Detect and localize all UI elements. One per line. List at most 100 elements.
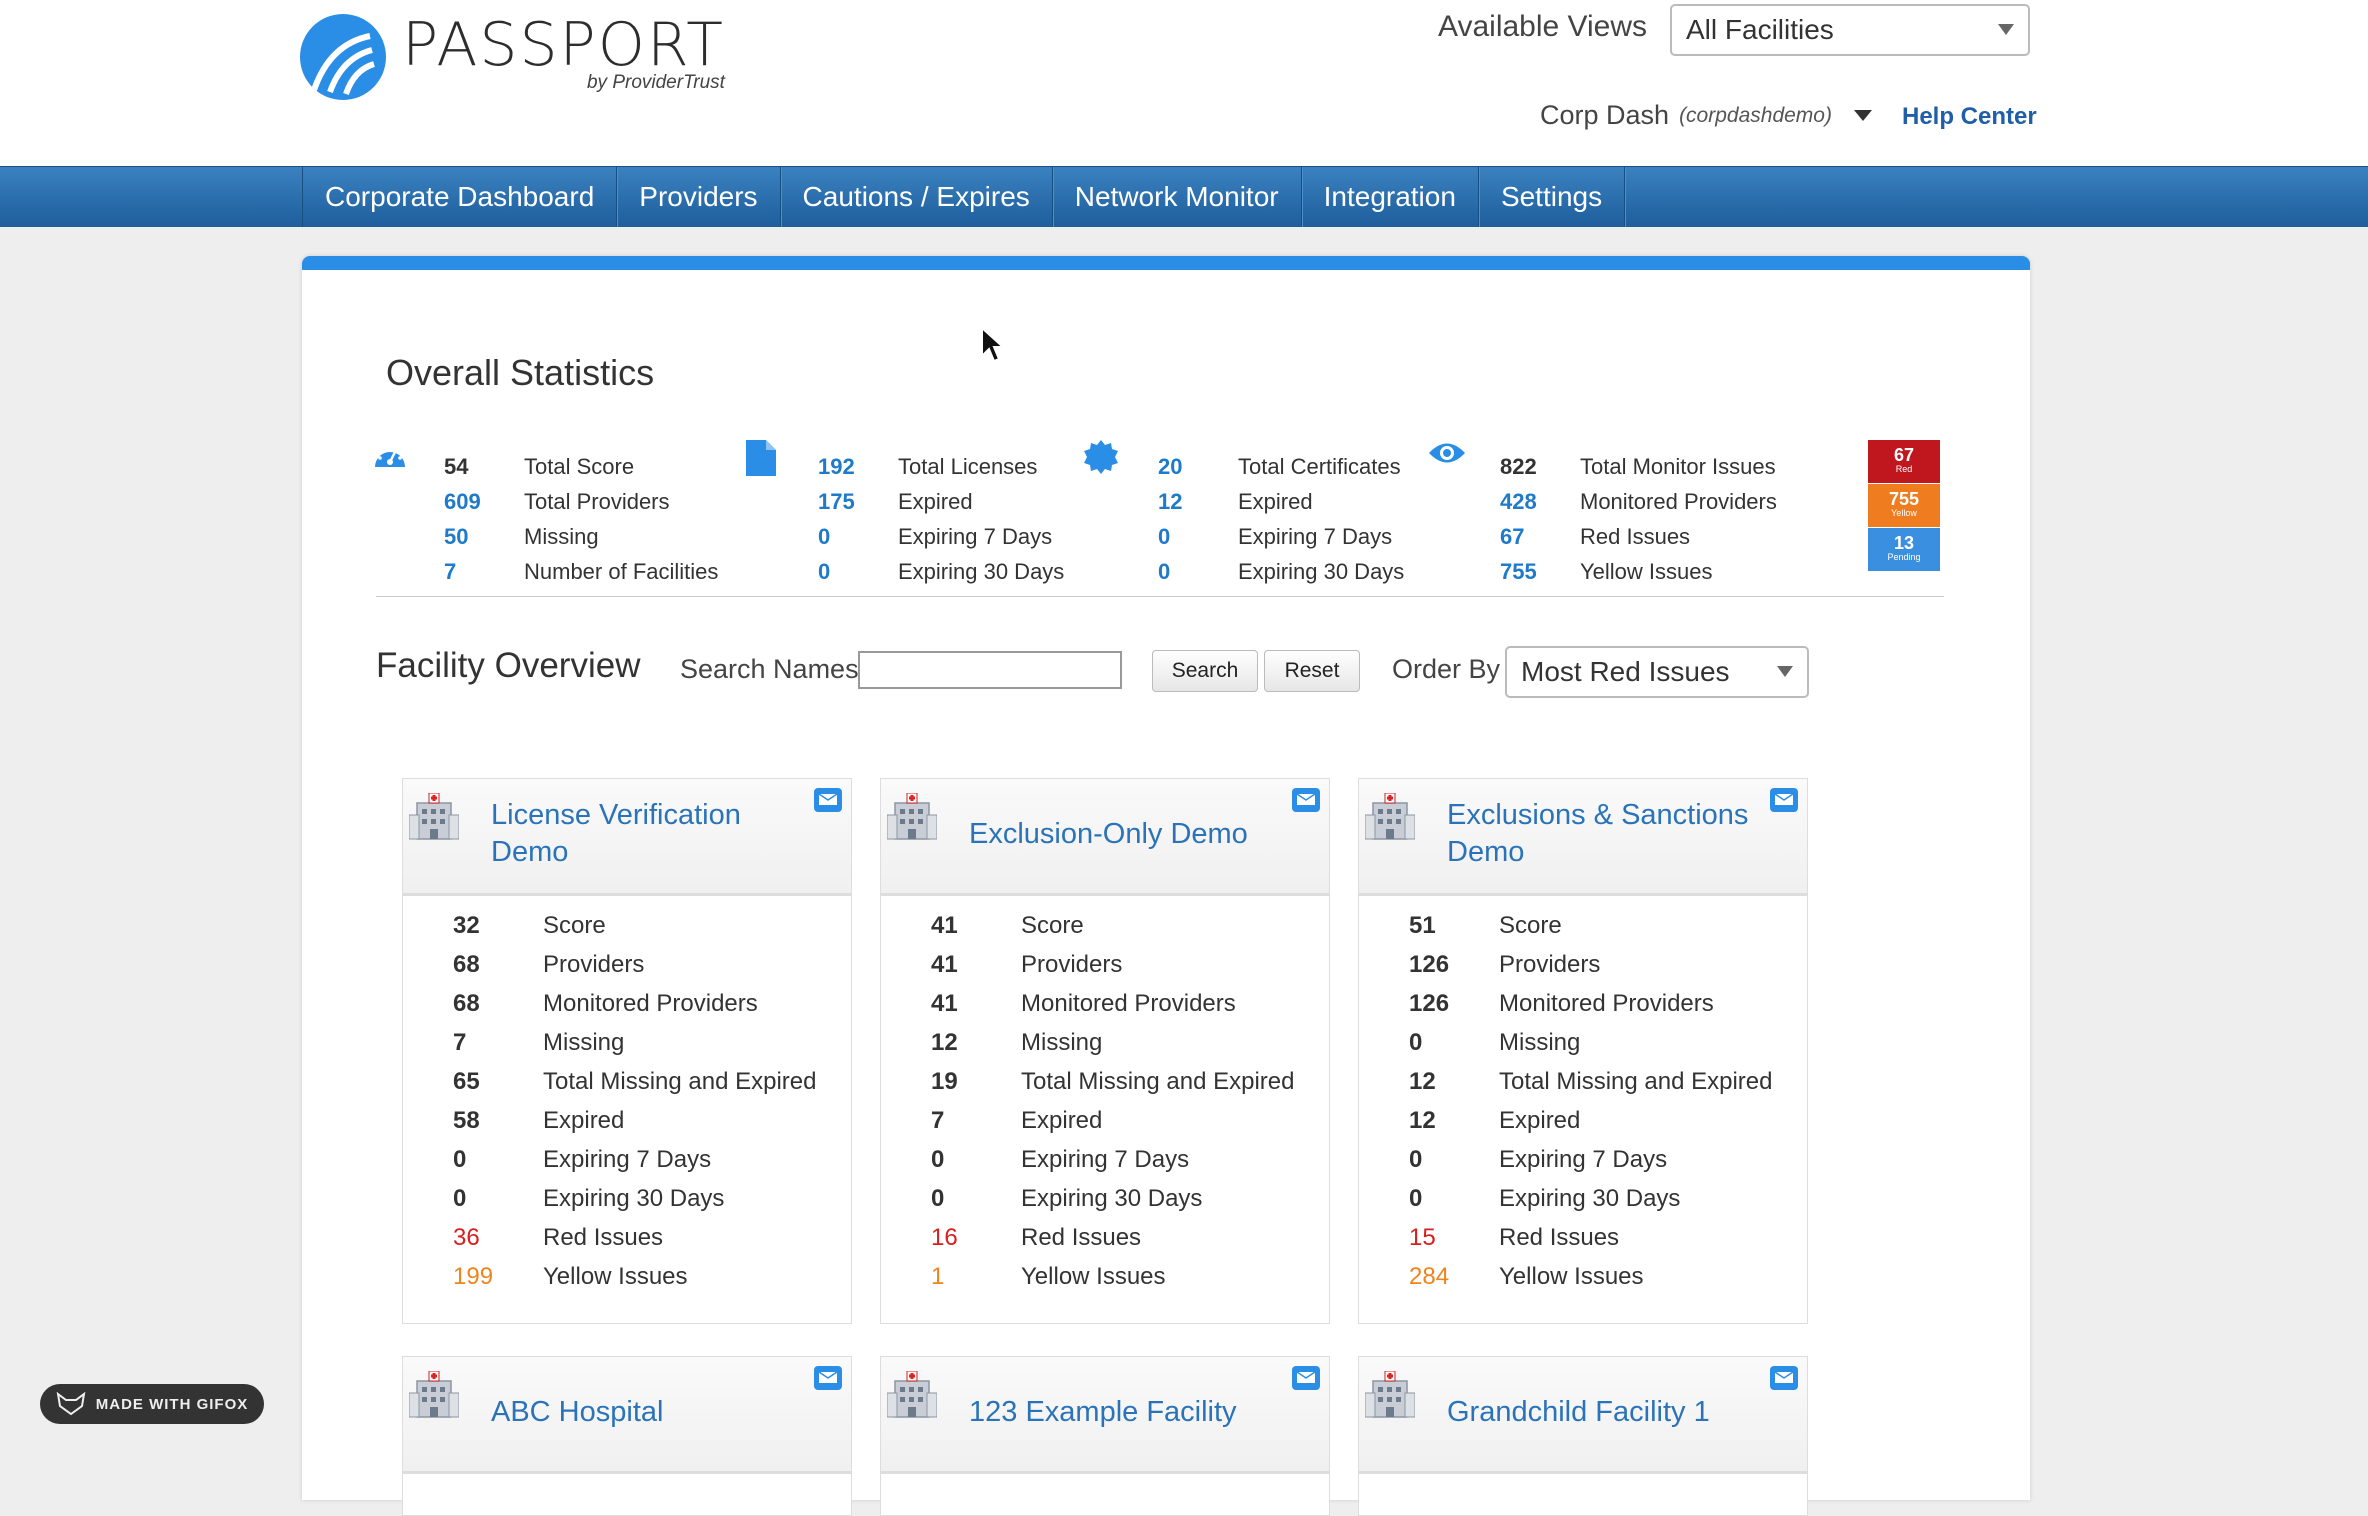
- message-icon[interactable]: [1769, 787, 1799, 813]
- monitored-providers-value[interactable]: 428: [1500, 489, 1537, 515]
- nav-network-monitor[interactable]: Network Monitor: [1053, 167, 1302, 227]
- facility-card: License Verification Demo 32 Score 68 Prov…: [402, 778, 852, 1324]
- facility-stat-row: 65 Total Missing and Expired: [403, 1068, 851, 1107]
- pending-badge-label: Pending: [1887, 552, 1921, 562]
- available-views-label: Available Views: [1438, 10, 1648, 43]
- facility-card: Exclusion-Only Demo 41 Score 41 Providers …: [880, 778, 1330, 1324]
- licenses-expiring-7-label: Expiring 7 Days: [898, 524, 1053, 549]
- total-missing-expired-label: Total Missing and Expired: [1021, 1068, 1295, 1095]
- missing-value[interactable]: 50: [444, 524, 468, 550]
- nav-integration[interactable]: Integration: [1302, 167, 1479, 227]
- nav-settings[interactable]: Settings: [1479, 167, 1626, 227]
- licenses-expiring-30-value[interactable]: 0: [818, 559, 830, 585]
- facility-stat-row: 51 Score: [1359, 912, 1807, 951]
- total-missing-expired-value[interactable]: 12: [1409, 1068, 1436, 1096]
- facility-stat-row: 36 Red Issues: [403, 1224, 851, 1263]
- available-views-select[interactable]: All Facilities: [1670, 4, 2030, 56]
- expired-label: Expired: [1021, 1107, 1103, 1134]
- providers-value[interactable]: 41: [931, 951, 958, 979]
- missing-value[interactable]: 0: [1409, 1029, 1422, 1057]
- dashboard-panel: Overall Statistics 54 Total Score 609 Tota…: [302, 256, 2030, 1516]
- certificates-expiring-7-label: Expiring 7 Days: [1238, 524, 1393, 549]
- missing-value[interactable]: 12: [931, 1029, 958, 1057]
- chevron-down-icon: [1998, 24, 2014, 35]
- expiring-30-value[interactable]: 0: [1409, 1185, 1422, 1213]
- yellow-issues-value[interactable]: 755: [1500, 559, 1537, 585]
- monitored-providers-value[interactable]: 126: [1409, 990, 1449, 1018]
- total-certificates-value[interactable]: 20: [1158, 454, 1182, 480]
- certificates-expiring-7-value[interactable]: 0: [1158, 524, 1170, 550]
- facilities-count-label: Number of Facilities: [524, 559, 719, 584]
- providers-value[interactable]: 126: [1409, 951, 1449, 979]
- facility-name-link[interactable]: 123 Example Facility: [969, 1375, 1279, 1449]
- total-score-label: Total Score: [524, 454, 635, 479]
- score-label: Score: [543, 912, 606, 939]
- search-names-input[interactable]: [858, 651, 1122, 689]
- facility-stat-row: 0 Expiring 30 Days: [1359, 1185, 1807, 1224]
- monitored-providers-label: Monitored Providers: [1021, 990, 1236, 1017]
- expired-value[interactable]: 58: [453, 1107, 480, 1135]
- hospital-building-icon: [409, 1371, 459, 1418]
- red-issues-value[interactable]: 67: [1500, 524, 1524, 550]
- red-badge[interactable]: 67 Red: [1868, 440, 1940, 484]
- facility-stat-row: 0 Expiring 7 Days: [403, 1146, 851, 1185]
- total-licenses-value[interactable]: 192: [818, 454, 855, 480]
- expired-value[interactable]: 7: [931, 1107, 944, 1135]
- red-issues-value[interactable]: 15: [1409, 1224, 1436, 1252]
- score-label: Score: [1499, 912, 1562, 939]
- help-center-link[interactable]: Help Center: [1902, 103, 2037, 131]
- yellow-issues-value[interactable]: 199: [453, 1263, 493, 1291]
- fox-icon: [56, 1392, 86, 1416]
- expired-value[interactable]: 12: [1409, 1107, 1436, 1135]
- nav-corporate-dashboard[interactable]: Corporate Dashboard: [302, 167, 618, 227]
- monitored-providers-value[interactable]: 68: [453, 990, 480, 1018]
- nav-providers[interactable]: Providers: [617, 167, 781, 227]
- facility-name-link[interactable]: ABC Hospital: [491, 1375, 801, 1449]
- expiring-7-value[interactable]: 0: [453, 1146, 466, 1174]
- facility-name-link[interactable]: Grandchild Facility 1: [1447, 1375, 1757, 1449]
- missing-label: Missing: [1021, 1029, 1103, 1056]
- total-missing-expired-value[interactable]: 65: [453, 1068, 480, 1096]
- certificates-expired-value[interactable]: 12: [1158, 489, 1182, 515]
- monitored-providers-value[interactable]: 41: [931, 990, 958, 1018]
- total-missing-expired-value[interactable]: 19: [931, 1068, 958, 1096]
- red-issues-value[interactable]: 16: [931, 1224, 958, 1252]
- passport-logo[interactable]: PASSPORT by ProviderTrust: [300, 14, 725, 100]
- certificate-seal-icon: [1084, 440, 1118, 474]
- facility-name-link[interactable]: License Verification Demo: [491, 797, 801, 871]
- providers-label: Providers: [1021, 951, 1123, 978]
- expiring-7-value[interactable]: 0: [1409, 1146, 1422, 1174]
- user-menu[interactable]: Corp Dash (corpdashdemo): [1540, 100, 1872, 131]
- message-icon[interactable]: [813, 787, 843, 813]
- order-by-select[interactable]: Most Red Issues: [1505, 646, 1809, 698]
- providers-value[interactable]: 68: [453, 951, 480, 979]
- facility-name-link[interactable]: Exclusion-Only Demo: [969, 797, 1279, 871]
- total-providers-value[interactable]: 609: [444, 489, 481, 515]
- message-icon[interactable]: [1291, 1365, 1321, 1391]
- expiring-7-value[interactable]: 0: [931, 1146, 944, 1174]
- expiring-30-value[interactable]: 0: [931, 1185, 944, 1213]
- yellow-issues-value[interactable]: 284: [1409, 1263, 1449, 1291]
- message-icon[interactable]: [1291, 787, 1321, 813]
- reset-button[interactable]: Reset: [1264, 650, 1360, 692]
- search-button[interactable]: Search: [1152, 650, 1258, 692]
- licenses-expiring-7-value[interactable]: 0: [818, 524, 830, 550]
- message-icon[interactable]: [813, 1365, 843, 1391]
- message-icon[interactable]: [1769, 1365, 1799, 1391]
- expiring-30-value[interactable]: 0: [453, 1185, 466, 1213]
- red-issues-value[interactable]: 36: [453, 1224, 480, 1252]
- licenses-expired-value[interactable]: 175: [818, 489, 855, 515]
- yellow-issues-label: Yellow Issues: [1021, 1263, 1166, 1290]
- red-badge-value: 67: [1893, 445, 1915, 465]
- facility-card: 123 Example Facility: [880, 1356, 1330, 1516]
- yellow-badge[interactable]: 755 Yellow: [1868, 484, 1940, 528]
- yellow-issues-value[interactable]: 1: [931, 1263, 944, 1291]
- facility-name-link[interactable]: Exclusions & Sanctions Demo: [1447, 797, 1757, 871]
- facilities-count-value[interactable]: 7: [444, 559, 456, 585]
- facility-stat-row: 12 Total Missing and Expired: [1359, 1068, 1807, 1107]
- nav-cautions-expires[interactable]: Cautions / Expires: [781, 167, 1053, 227]
- yellow-badge-label: Yellow: [1891, 508, 1917, 518]
- missing-value[interactable]: 7: [453, 1029, 466, 1057]
- certificates-expiring-30-value[interactable]: 0: [1158, 559, 1170, 585]
- pending-badge[interactable]: 13 Pending: [1868, 528, 1940, 572]
